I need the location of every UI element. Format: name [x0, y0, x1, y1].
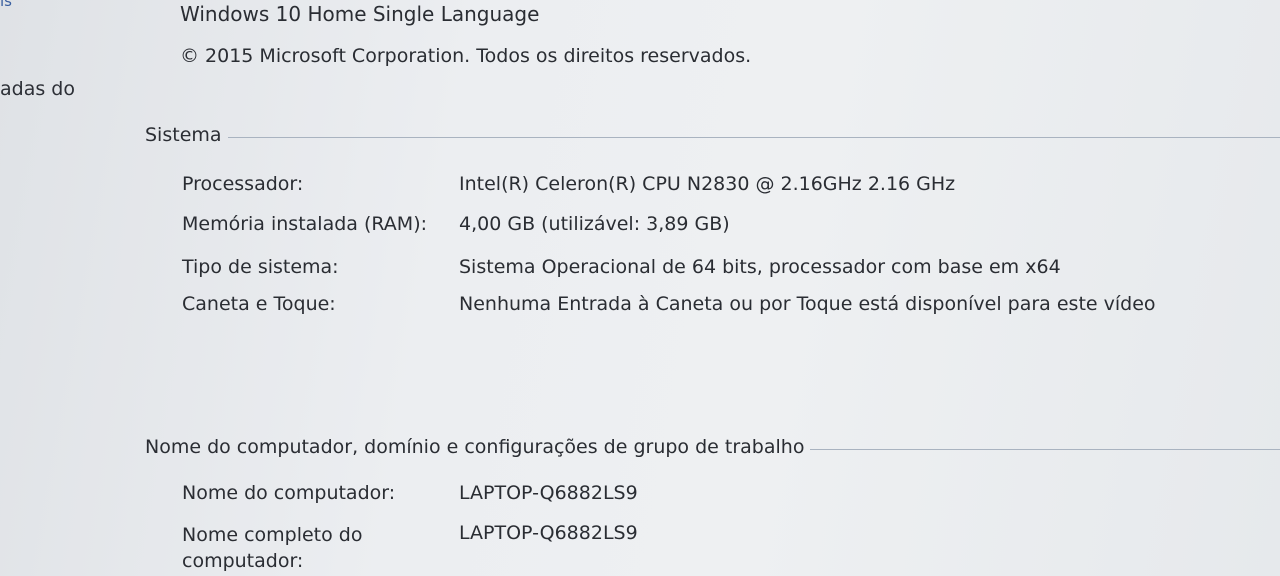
- system-type-value: Sistema Operacional de 64 bits, processa…: [459, 256, 1061, 278]
- ram-label: Memória instalada (RAM):: [182, 213, 428, 235]
- processor-value: Intel(R) Celeron(R) CPU N2830 @ 2.16GHz …: [459, 173, 956, 195]
- system-type-row: Tipo de sistema: Sistema Operacional de …: [182, 256, 1061, 278]
- full-computer-name-label: Nome completo do computador:: [182, 524, 363, 572]
- ram-row: Memória instalada (RAM): 4,00 GB (utiliz…: [182, 213, 730, 235]
- computer-name-label: Nome do computador:: [182, 482, 396, 504]
- processor-row: Processador: Intel(R) Celeron(R) CPU N28…: [182, 173, 955, 195]
- system-properties-window: is adas do Windows 10 Home Single Langua…: [0, 0, 1280, 576]
- computer-name-row: Nome do computador: LAPTOP-Q6882LS9: [182, 482, 638, 504]
- section-divider: [227, 136, 1280, 138]
- computer-name-value: LAPTOP-Q6882LS9: [459, 482, 638, 504]
- system-type-label: Tipo de sistema:: [182, 256, 339, 278]
- section-divider: [810, 448, 1280, 450]
- ram-value: 4,00 GB (utilizável: 3,89 GB): [459, 213, 730, 235]
- processor-label: Processador:: [182, 173, 304, 195]
- computer-section-header: Nome do computador, domínio e configuraç…: [145, 436, 1280, 458]
- computer-section-title: Nome do computador, domínio e configuraç…: [145, 436, 805, 458]
- copyright-text: © 2015 Microsoft Corporation. Todos os d…: [180, 45, 752, 67]
- full-computer-name-value: LAPTOP-Q6882LS9: [459, 522, 638, 544]
- full-computer-name-row: Nome completo do computador: LAPTOP-Q688…: [182, 522, 638, 574]
- pen-touch-row: Caneta e Toque: Nenhuma Entrada à Caneta…: [182, 293, 1156, 315]
- pen-touch-value: Nenhuma Entrada à Caneta ou por Toque es…: [459, 293, 1156, 315]
- sidebar-link-fragment[interactable]: is: [0, 0, 12, 10]
- system-section-header: Sistema: [145, 124, 1280, 146]
- sidebar-text-fragment: adas do: [0, 78, 75, 100]
- pen-touch-label: Caneta e Toque:: [182, 293, 336, 315]
- windows-edition-name: Windows 10 Home Single Language: [180, 2, 540, 26]
- system-section-title: Sistema: [145, 124, 222, 146]
